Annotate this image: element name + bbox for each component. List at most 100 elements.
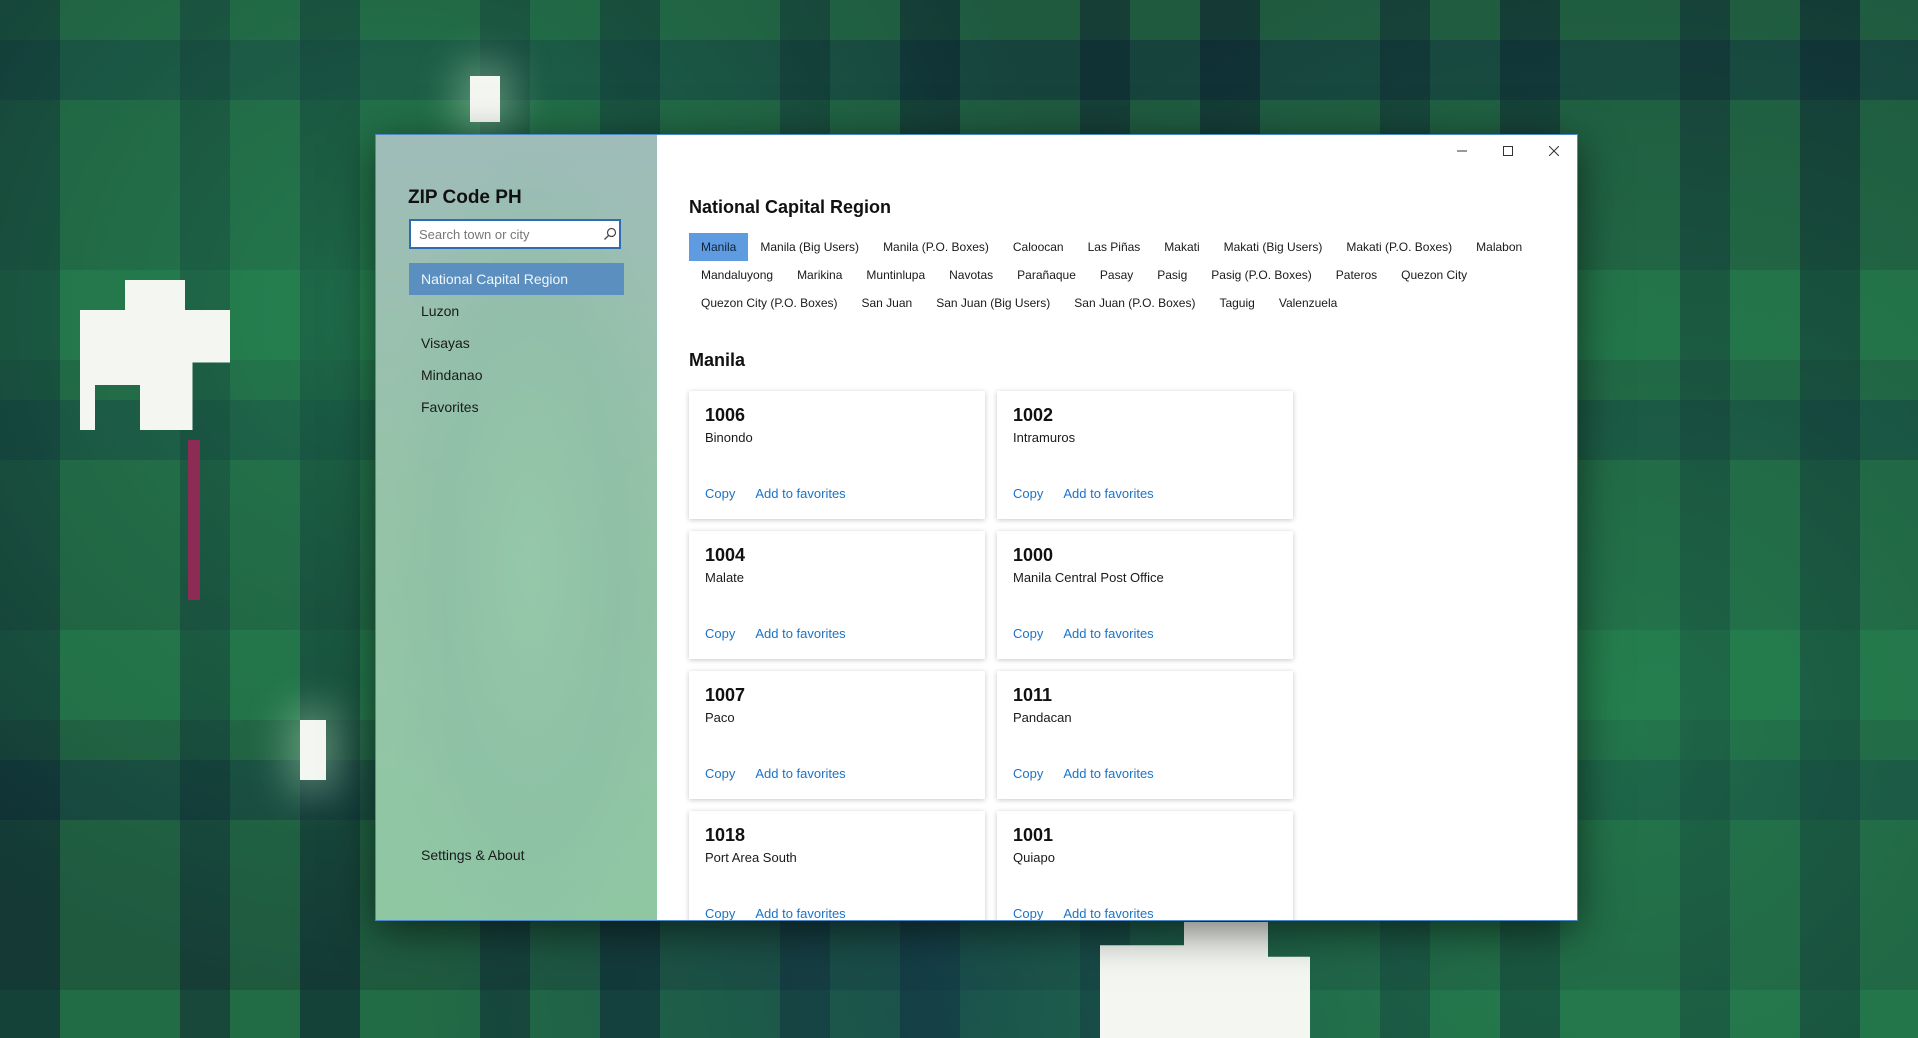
search-input[interactable] <box>411 221 603 247</box>
copy-button[interactable]: Copy <box>1013 766 1043 781</box>
zip-place: Pandacan <box>1013 710 1072 725</box>
zip-place: Paco <box>705 710 735 725</box>
zip-card-grid: 1006 Binondo Copy Add to favorites 1002 … <box>689 391 1309 920</box>
city-item[interactable]: Pasig (P.O. Boxes) <box>1199 261 1324 289</box>
search-icon[interactable] <box>603 222 617 246</box>
wallpaper-stem <box>188 440 200 600</box>
zip-code: 1002 <box>1013 405 1054 425</box>
maximize-button[interactable] <box>1485 135 1531 167</box>
add-to-favorites-button[interactable]: Add to favorites <box>1063 766 1153 781</box>
copy-button[interactable]: Copy <box>705 626 735 641</box>
close-button[interactable] <box>1531 135 1577 167</box>
card-actions: Copy Add to favorites <box>1013 486 1154 501</box>
city-item[interactable]: Manila (Big Users) <box>748 233 871 261</box>
zip-code: 1004 <box>705 545 746 565</box>
copy-button[interactable]: Copy <box>1013 906 1043 920</box>
add-to-favorites-button[interactable]: Add to favorites <box>755 626 845 641</box>
wallpaper-flower <box>470 76 500 122</box>
city-item[interactable]: Marikina <box>785 261 854 289</box>
zip-card: 1006 Binondo Copy Add to favorites <box>689 391 985 519</box>
zip-code: 1006 <box>705 405 746 425</box>
zip-card: 1004 Malate Copy Add to favorites <box>689 531 985 659</box>
window-controls <box>1439 135 1577 167</box>
city-item[interactable]: Las Piñas <box>1076 233 1153 261</box>
nav-item-luzon[interactable]: Luzon <box>409 295 624 327</box>
add-to-favorites-button[interactable]: Add to favorites <box>755 486 845 501</box>
region-title: National Capital Region <box>689 197 892 217</box>
city-item[interactable]: Muntinlupa <box>854 261 937 289</box>
card-actions: Copy Add to favorites <box>1013 626 1154 641</box>
minimize-button[interactable] <box>1439 135 1485 167</box>
card-actions: Copy Add to favorites <box>705 906 846 920</box>
app-title: ZIP Code PH <box>408 187 522 208</box>
city-list: Manila Manila (Big Users) Manila (P.O. B… <box>689 233 1539 317</box>
city-item[interactable]: San Juan (Big Users) <box>924 289 1062 317</box>
card-actions: Copy Add to favorites <box>705 766 846 781</box>
add-to-favorites-button[interactable]: Add to favorites <box>1063 626 1153 641</box>
wallpaper-flower <box>300 720 326 780</box>
city-item[interactable]: Mandaluyong <box>689 261 785 289</box>
copy-button[interactable]: Copy <box>705 906 735 920</box>
city-item[interactable]: Pasay <box>1088 261 1145 289</box>
minimize-icon <box>1457 150 1467 152</box>
zip-card: 1001 Quiapo Copy Add to favorites <box>997 811 1293 920</box>
zip-place: Intramuros <box>1013 430 1076 445</box>
city-item[interactable]: Makati <box>1152 233 1211 261</box>
close-icon <box>1549 146 1559 156</box>
city-item[interactable]: Manila (P.O. Boxes) <box>871 233 1001 261</box>
city-item[interactable]: Valenzuela <box>1267 289 1350 317</box>
card-actions: Copy Add to favorites <box>705 486 846 501</box>
zip-place: Port Area South <box>705 850 797 865</box>
copy-button[interactable]: Copy <box>705 766 735 781</box>
card-actions: Copy Add to favorites <box>1013 906 1154 920</box>
city-item[interactable]: Caloocan <box>1001 233 1076 261</box>
region-nav: National Capital Region Luzon Visayas Mi… <box>409 263 624 423</box>
zip-card: 1002 Intramuros Copy Add to favorites <box>997 391 1293 519</box>
city-item[interactable]: Manila <box>689 233 749 261</box>
add-to-favorites-button[interactable]: Add to favorites <box>755 906 845 920</box>
sidebar: ZIP Code PH National Capital Region Luzo… <box>376 135 657 920</box>
card-actions: Copy Add to favorites <box>1013 766 1154 781</box>
city-item[interactable]: San Juan <box>850 289 925 317</box>
nav-item-national-capital-region[interactable]: National Capital Region <box>409 263 624 295</box>
city-item[interactable]: Taguig <box>1207 289 1266 317</box>
zip-place: Manila Central Post Office <box>1013 570 1164 585</box>
city-item[interactable]: Pateros <box>1324 261 1389 289</box>
add-to-favorites-button[interactable]: Add to favorites <box>755 766 845 781</box>
zip-code: 1011 <box>1013 685 1053 705</box>
zip-code: 1007 <box>705 685 746 705</box>
settings-about-link[interactable]: Settings & About <box>421 847 525 863</box>
city-item[interactable]: Pasig <box>1145 261 1199 289</box>
copy-button[interactable]: Copy <box>1013 626 1043 641</box>
zip-card: 1007 Paco Copy Add to favorites <box>689 671 985 799</box>
city-item[interactable]: Makati (Big Users) <box>1212 233 1335 261</box>
zip-card: 1000 Manila Central Post Office Copy Add… <box>997 531 1293 659</box>
zip-card: 1018 Port Area South Copy Add to favorit… <box>689 811 985 920</box>
zip-card: 1011 Pandacan Copy Add to favorites <box>997 671 1293 799</box>
search-box[interactable] <box>409 219 621 249</box>
city-item[interactable]: Parañaque <box>1005 261 1088 289</box>
maximize-icon <box>1503 146 1513 156</box>
main-content: National Capital Region Manila Manila (B… <box>657 135 1577 920</box>
zip-code: 1001 <box>1013 825 1054 845</box>
copy-button[interactable]: Copy <box>705 486 735 501</box>
zip-code: 1018 <box>705 825 746 845</box>
city-item[interactable]: Malabon <box>1464 233 1534 261</box>
zip-place: Binondo <box>705 430 753 445</box>
zip-code: 1000 <box>1013 545 1054 565</box>
city-item[interactable]: Quezon City (P.O. Boxes) <box>689 289 850 317</box>
city-item[interactable]: Makati (P.O. Boxes) <box>1334 233 1464 261</box>
zip-place: Quiapo <box>1013 850 1055 865</box>
add-to-favorites-button[interactable]: Add to favorites <box>1063 906 1153 920</box>
city-item[interactable]: Quezon City <box>1389 261 1479 289</box>
nav-item-favorites[interactable]: Favorites <box>409 391 624 423</box>
city-item[interactable]: Navotas <box>937 261 1005 289</box>
add-to-favorites-button[interactable]: Add to favorites <box>1063 486 1153 501</box>
nav-item-mindanao[interactable]: Mindanao <box>409 359 624 391</box>
city-item[interactable]: San Juan (P.O. Boxes) <box>1062 289 1207 317</box>
selected-city-title: Manila <box>689 350 746 370</box>
zip-place: Malate <box>705 570 745 585</box>
copy-button[interactable]: Copy <box>1013 486 1043 501</box>
card-actions: Copy Add to favorites <box>705 626 846 641</box>
nav-item-visayas[interactable]: Visayas <box>409 327 624 359</box>
